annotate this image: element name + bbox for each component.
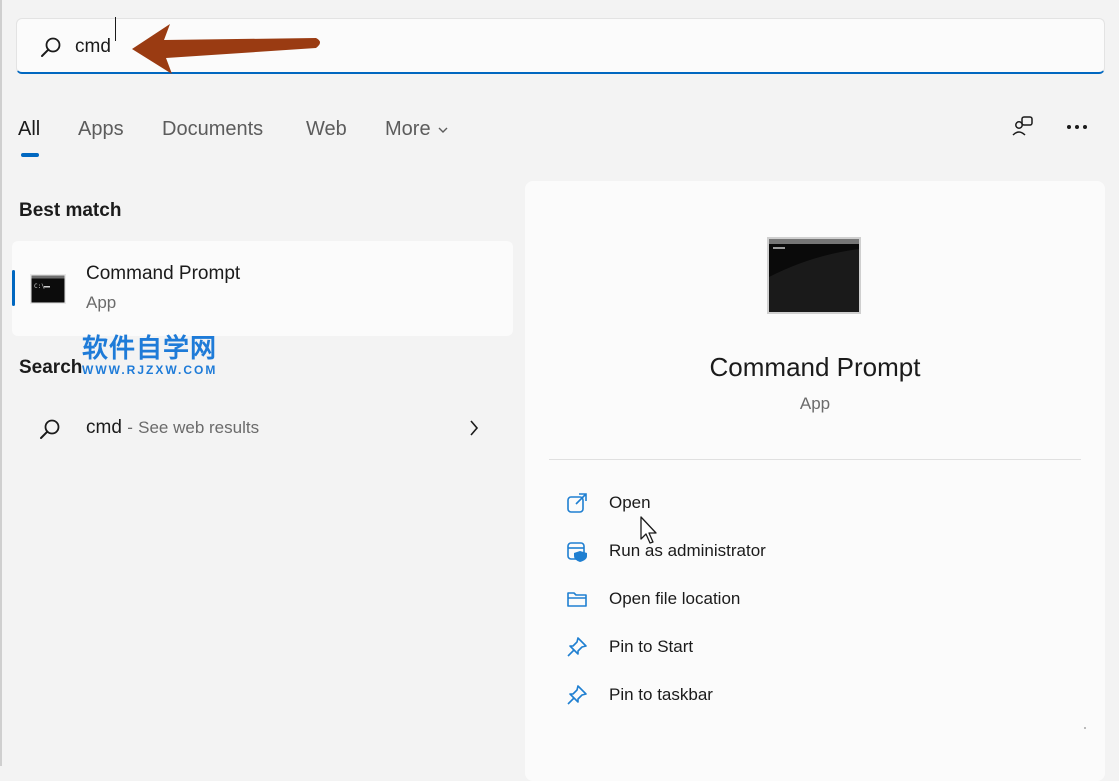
tab-all[interactable]: All [18, 118, 40, 141]
action-open-file-location-label: Open file location [609, 589, 741, 608]
best-match-heading: Best match [19, 200, 122, 221]
tab-web[interactable]: Web [306, 118, 347, 141]
detail-divider [549, 459, 1081, 460]
tab-more-label: More [385, 118, 431, 140]
pin-icon [567, 685, 587, 705]
command-prompt-icon: C:\ [30, 274, 66, 304]
chevron-right-icon [470, 420, 479, 436]
more-options-icon[interactable] [1066, 124, 1088, 130]
svg-text:C:\: C:\ [34, 283, 45, 290]
folder-icon [567, 592, 587, 607]
web-search-result[interactable]: cmd - See web results [12, 402, 513, 456]
action-pin-to-taskbar-label: Pin to taskbar [609, 685, 713, 704]
web-result-text: cmd - See web results [86, 417, 259, 439]
annotation-arrow-icon [132, 24, 320, 74]
pin-icon [567, 637, 587, 657]
search-icon [41, 37, 61, 57]
action-open-file-location[interactable]: Open file location [560, 579, 960, 619]
best-match-type: App [86, 293, 117, 312]
account-switch-icon[interactable] [1010, 114, 1036, 140]
stray-pixel [1084, 727, 1086, 729]
tab-documents[interactable]: Documents [162, 118, 263, 141]
shield-admin-icon [567, 542, 587, 562]
open-external-icon [567, 493, 587, 513]
action-open-label: Open [609, 493, 651, 512]
search-icon [40, 419, 60, 439]
action-open[interactable]: Open [560, 483, 960, 523]
watermark-title: 软件自学网 [82, 334, 218, 364]
action-pin-to-taskbar[interactable]: Pin to taskbar [560, 675, 960, 715]
web-result-query: cmd [86, 417, 122, 438]
web-result-separator: - [127, 418, 133, 437]
detail-app-type: App [799, 394, 831, 413]
action-run-as-administrator-label: Run as administrator [609, 541, 766, 560]
text-caret [115, 17, 116, 41]
command-prompt-large-icon [767, 237, 861, 314]
best-match-card[interactable] [12, 241, 513, 336]
mouse-cursor-icon [640, 516, 657, 544]
search-web-heading: Search [19, 357, 83, 378]
web-result-hint: See web results [138, 418, 260, 437]
best-match-name: Command Prompt [86, 263, 241, 284]
watermark-url: WWW.RJZXW.COM [82, 363, 218, 377]
detail-app-name: Command Prompt [709, 352, 921, 382]
action-pin-to-start[interactable]: Pin to Start [560, 627, 960, 667]
action-pin-to-start-label: Pin to Start [609, 637, 694, 656]
tab-more[interactable]: More [385, 118, 449, 141]
selection-accent [12, 270, 15, 306]
chevron-down-icon [438, 127, 448, 133]
window-edge [0, 0, 2, 766]
action-run-as-administrator[interactable]: Run as administrator [560, 531, 960, 571]
watermark: 软件自学网 WWW.RJZXW.COM [82, 334, 217, 376]
active-tab-indicator [21, 153, 39, 157]
tab-apps[interactable]: Apps [78, 118, 124, 141]
